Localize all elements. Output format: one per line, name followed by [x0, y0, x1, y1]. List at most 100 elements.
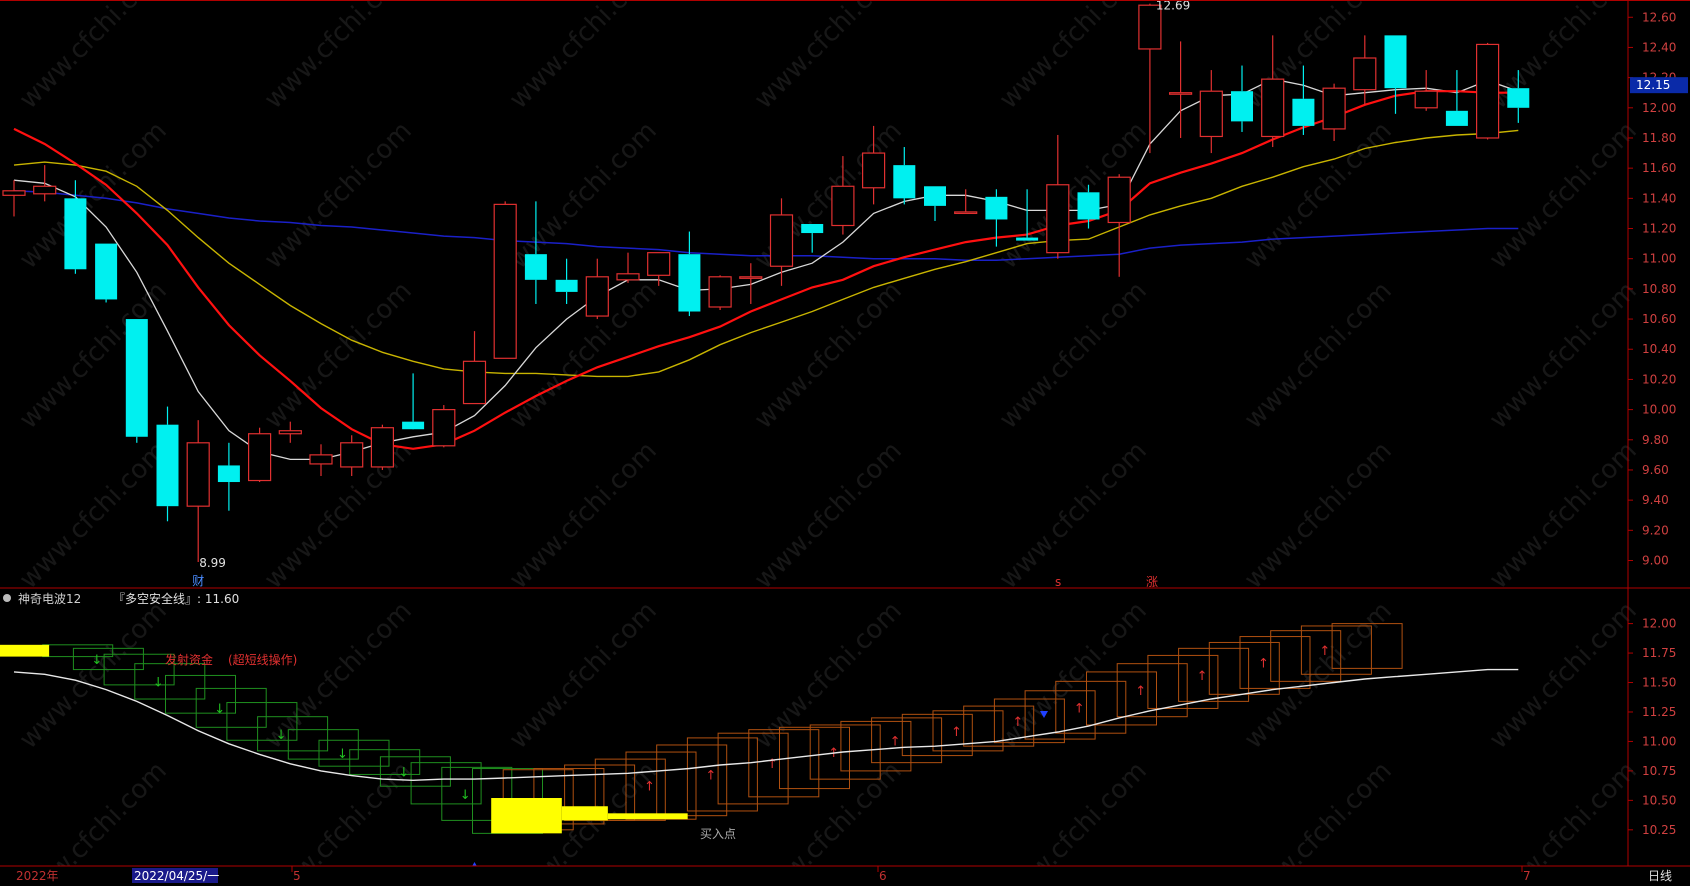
candle [248, 427, 272, 483]
down-arrow-icon: ↓ [91, 653, 102, 668]
indicator-tick-label: 11.25 [1642, 705, 1676, 719]
price-tick-label: 9.40 [1642, 493, 1669, 507]
month-label-5: 5 [293, 869, 301, 883]
up-arrow-icon: ↑ [1258, 656, 1269, 671]
candle-body-up [708, 276, 732, 308]
cursor-date: 2022/04/25/一 [134, 869, 219, 883]
candle-body-down [402, 421, 425, 430]
up-arrow-icon: ↑ [644, 780, 655, 795]
candle-body-up [1261, 78, 1285, 138]
candle-body-up [278, 430, 302, 435]
candle-body-up [831, 185, 855, 227]
up-arrow-icon: ↑ [705, 768, 716, 783]
down-arrow-icon: ↓ [460, 788, 471, 803]
candle-body-up [370, 427, 394, 468]
yellow-signal-block [561, 806, 608, 821]
indicator-tick-label: 11.75 [1642, 646, 1676, 660]
candle-body-up [2, 190, 26, 196]
price-tick-label: 10.60 [1642, 312, 1676, 326]
price-tick-label: 12.00 [1642, 101, 1676, 115]
indicator-tick-label: 11.50 [1642, 676, 1676, 690]
candle-body-up [769, 214, 794, 267]
candle-body-down [1231, 91, 1253, 122]
candle-body-down [1077, 192, 1100, 220]
candle [708, 275, 732, 311]
down-arrow-icon: ↓ [214, 702, 225, 717]
candle [432, 405, 456, 448]
s-marker: s [1055, 575, 1061, 589]
price-tick-label: 11.20 [1642, 222, 1676, 236]
candle [493, 201, 517, 359]
candle-body-up [340, 442, 364, 468]
up-arrow-icon: ↑ [1074, 701, 1085, 716]
price-tick-label: 11.80 [1642, 131, 1676, 145]
candle-body-up [1199, 90, 1223, 138]
price-tick-label: 10.80 [1642, 282, 1676, 296]
candle-body-down [985, 196, 1008, 220]
zhang-marker: 涨 [1146, 574, 1158, 589]
price-tick-label: 12.60 [1642, 10, 1676, 24]
sell-signal-note: (超短线操作) [228, 652, 297, 667]
candle [1475, 42, 1500, 140]
cai-marker: 财 [192, 574, 204, 588]
high-price-label: 12.69 [1156, 0, 1190, 13]
candle-body-down [893, 165, 916, 199]
candle-body-down [1016, 237, 1039, 241]
period-label[interactable]: 日线 [1648, 869, 1672, 883]
time-axis: 2022年 2022/04/25/一 5 6 7 日线 [0, 865, 1690, 886]
up-arrow-icon: ↑ [1197, 669, 1208, 684]
candle-body-down [156, 424, 179, 507]
price-tick-label: 9.60 [1642, 463, 1669, 477]
candle-body-up [585, 276, 609, 317]
down-arrow-icon: ↓ [337, 747, 348, 762]
low-price-label: 8.99 [199, 556, 226, 570]
indicator-name: 神奇电波12 [18, 592, 81, 606]
up-arrow-icon: ↑ [1319, 644, 1330, 659]
candle-body-up [1322, 87, 1346, 130]
candle-body-down [64, 198, 87, 270]
current-price-label: 12.15 [1636, 78, 1670, 92]
price-tick-label: 11.40 [1642, 191, 1676, 205]
indicator-tick-label: 10.25 [1642, 823, 1676, 837]
price-tick-label: 12.40 [1642, 40, 1676, 54]
yellow-signal-block [0, 644, 50, 657]
safety-line-label: 『多空安全线』: 11.60 [113, 591, 239, 606]
stock-chart: www.cfchi.com www.cfchi.com www.cfchi.com w… [0, 0, 1690, 886]
down-arrow-icon: ↓ [398, 765, 409, 780]
price-tick-label: 11.00 [1642, 252, 1676, 266]
up-arrow-icon: ↑ [1135, 684, 1146, 699]
sell-signal-text: 发射资金 [165, 652, 213, 667]
down-arrow-icon: ↓ [276, 728, 287, 743]
candle-body-up [616, 273, 640, 281]
year-label: 2022年 [16, 869, 59, 883]
indicator-tick-label: 10.75 [1642, 764, 1676, 778]
candle [125, 319, 148, 443]
price-tick-label: 9.80 [1642, 433, 1669, 447]
candle-body-up [248, 433, 272, 482]
candle-body-up [647, 252, 671, 276]
yellow-signal-block [491, 798, 562, 834]
candle-body-down [555, 279, 578, 292]
candle-body-down [1507, 88, 1530, 108]
price-tick-label: 10.20 [1642, 372, 1676, 386]
indicator-tick-label: 10.50 [1642, 793, 1676, 807]
candle-body-up [493, 203, 517, 359]
up-arrow-icon: ↑ [951, 725, 962, 740]
candle-body-up [1353, 57, 1377, 91]
candle-body-up [1414, 90, 1438, 109]
candle-body-down [95, 243, 118, 300]
collapse-circle-icon[interactable] [3, 594, 11, 602]
candle-body-up [186, 442, 210, 507]
candle-body-down [1292, 98, 1315, 126]
candle-body-down [524, 254, 547, 280]
candle-body-up [432, 409, 456, 447]
price-tick-label: 10.40 [1642, 342, 1676, 356]
yellow-signal-block [607, 813, 688, 820]
indicator-header: 神奇电波12 『多空安全线』: 11.60 [3, 591, 239, 606]
candle-body-up [861, 152, 886, 189]
month-label-6: 6 [879, 869, 887, 883]
candle [95, 243, 118, 303]
candle-body-down [678, 254, 701, 312]
candle-body-up [462, 360, 487, 405]
price-tick-label: 10.00 [1642, 403, 1676, 417]
